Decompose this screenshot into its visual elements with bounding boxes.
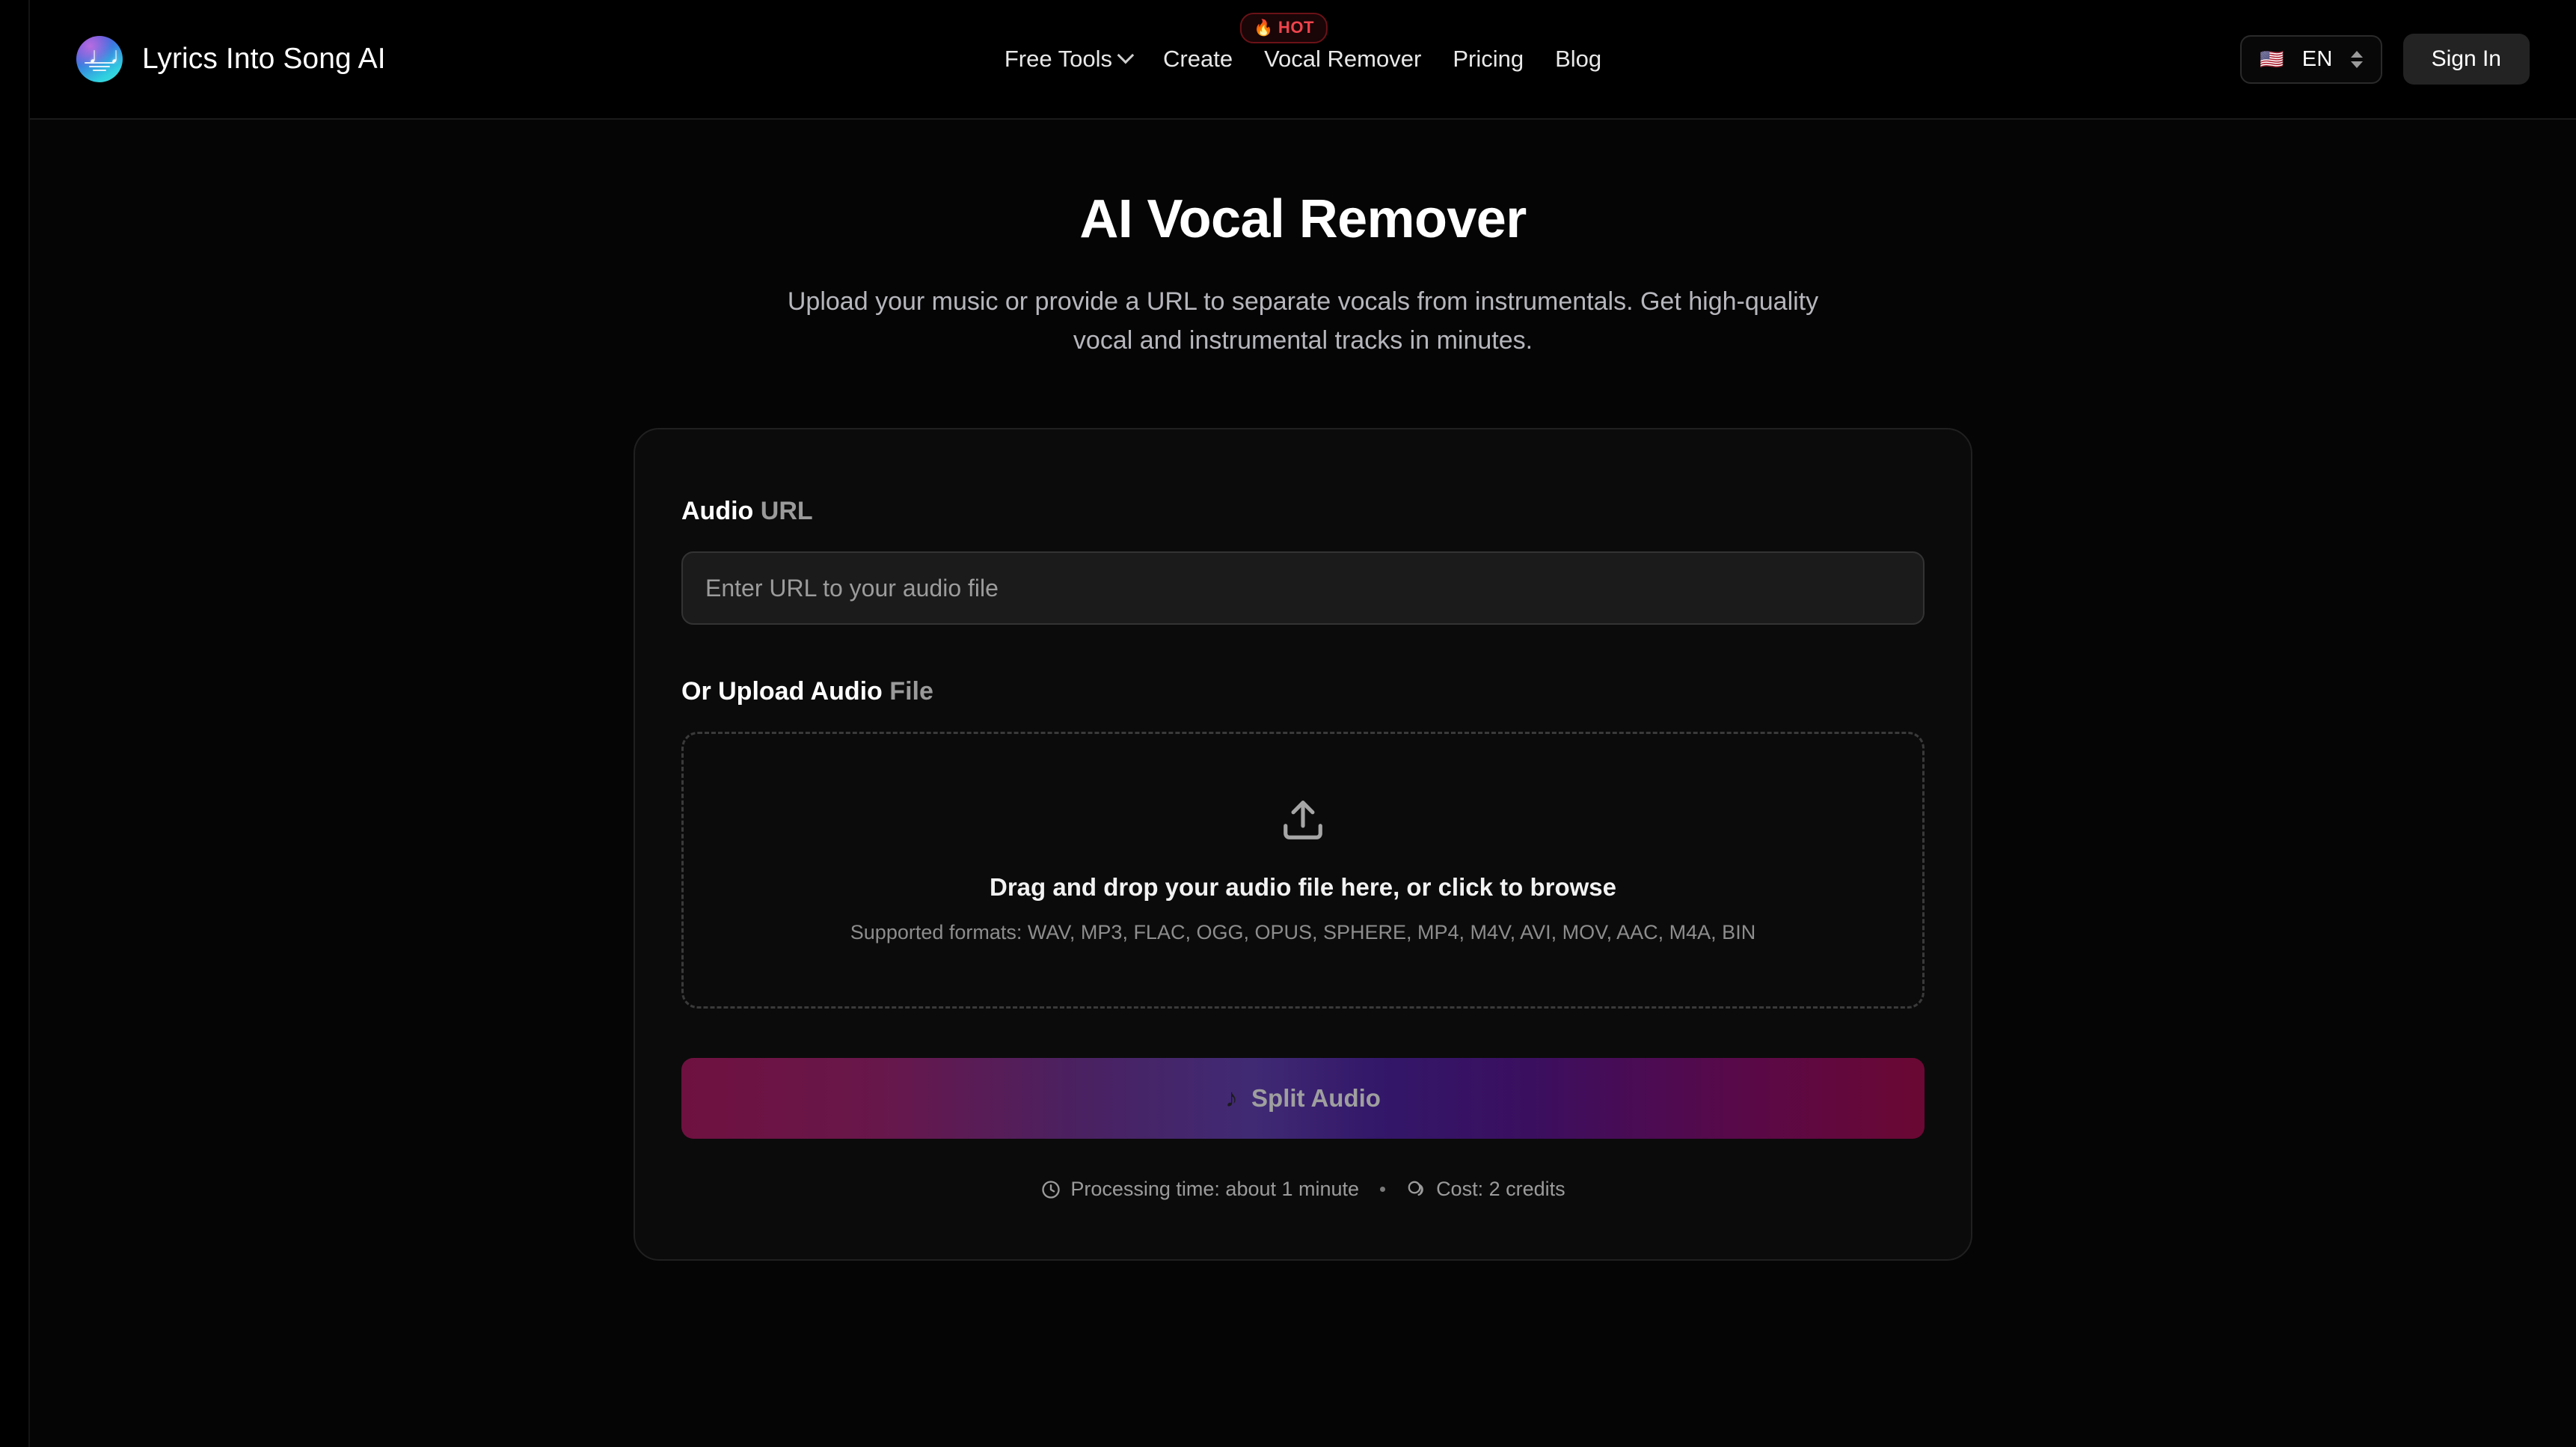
cost-text: Cost: 2 credits — [1436, 1178, 1565, 1200]
nav-item-pricing-label: Pricing — [1453, 46, 1524, 72]
nav-item-vocal-remover[interactable]: Vocal Remover — [1264, 46, 1421, 73]
cost-item: Cost: 2 credits — [1406, 1178, 1565, 1201]
processing-time-item: Processing time: about 1 minute — [1040, 1178, 1359, 1201]
hot-badge-label: HOT — [1278, 18, 1315, 37]
page-inner: ♩♩♩ Lyrics Into Song AI Free Tools Creat… — [28, 0, 2576, 1447]
main-navigation: Free Tools Create 🔥 HOT Vocal Remover Pr… — [1004, 13, 1601, 73]
page-subtitle: Upload your music or provide a URL to se… — [787, 287, 1819, 355]
sign-in-button[interactable]: Sign In — [2402, 34, 2530, 85]
file-dropzone[interactable]: Drag and drop your audio file here, or c… — [681, 732, 1925, 1009]
hot-badge: 🔥 HOT — [1240, 13, 1328, 43]
site-header: ♩♩♩ Lyrics Into Song AI Free Tools Creat… — [30, 0, 2576, 120]
dropzone-supported-formats: Supported formats: WAV, MP3, FLAC, OGG, … — [850, 920, 1756, 943]
processing-time-text: Processing time: about 1 minute — [1070, 1178, 1360, 1200]
coins-icon — [1406, 1179, 1427, 1200]
nav-item-free-tools[interactable]: Free Tools — [1004, 46, 1135, 73]
nav-item-blog-label: Blog — [1555, 46, 1602, 72]
hero-section: AI Vocal Remover Upload your music or pr… — [30, 189, 2576, 360]
split-audio-button-label: Split Audio — [1251, 1084, 1381, 1112]
clock-icon — [1040, 1179, 1061, 1200]
brand-logo[interactable]: ♩♩♩ Lyrics Into Song AI — [76, 36, 386, 82]
flame-icon: 🔥 — [1254, 19, 1274, 37]
language-code: EN — [2301, 46, 2333, 71]
split-audio-button[interactable]: ♪ Split Audio — [681, 1058, 1925, 1139]
header-right-actions: 🇺🇸 EN Sign In — [2240, 34, 2530, 85]
upload-audio-label-strong: Or Upload Audio — [681, 677, 883, 706]
nav-item-create-label: Create — [1163, 46, 1233, 72]
page-root: ♩♩♩ Lyrics Into Song AI Free Tools Creat… — [0, 0, 2576, 1447]
nav-item-free-tools-label: Free Tools — [1004, 46, 1113, 72]
upload-audio-label-dim: File — [889, 677, 933, 706]
audio-url-label-strong: Audio — [681, 497, 754, 525]
audio-url-input[interactable] — [681, 551, 1925, 625]
nav-item-create-wrapper: Create 🔥 HOT — [1163, 13, 1328, 73]
brand-name: Lyrics Into Song AI — [142, 43, 386, 75]
logo-notes-glyphs: ♩♩♩ — [76, 43, 123, 68]
music-note-icon: ♪ — [1225, 1084, 1239, 1113]
dropzone-title: Drag and drop your audio file here, or c… — [990, 872, 1616, 901]
chevron-down-icon — [1117, 46, 1135, 64]
nav-item-blog[interactable]: Blog — [1555, 46, 1601, 73]
language-selector[interactable]: 🇺🇸 EN — [2240, 34, 2382, 84]
upload-audio-label: Or Upload Audio File — [681, 677, 1925, 706]
us-flag-icon: 🇺🇸 — [2260, 48, 2284, 70]
page-title: AI Vocal Remover — [1079, 189, 1527, 249]
vocal-remover-card: Audio URL Or Upload Audio File Drag and … — [634, 428, 1972, 1261]
nav-item-pricing[interactable]: Pricing — [1453, 46, 1524, 73]
audio-url-label-dim: URL — [760, 497, 813, 525]
upload-icon — [1280, 797, 1326, 843]
nav-item-create[interactable]: Create — [1163, 46, 1233, 73]
meta-separator-dot — [1380, 1187, 1386, 1192]
audio-url-label: Audio URL — [681, 497, 1925, 526]
music-notes-circle-logo-icon: ♩♩♩ — [76, 36, 123, 82]
nav-item-vocal-remover-label: Vocal Remover — [1264, 46, 1422, 72]
processing-meta-row: Processing time: about 1 minute Cost: 2 … — [681, 1178, 1925, 1201]
chevron-up-down-icon — [2350, 50, 2363, 68]
